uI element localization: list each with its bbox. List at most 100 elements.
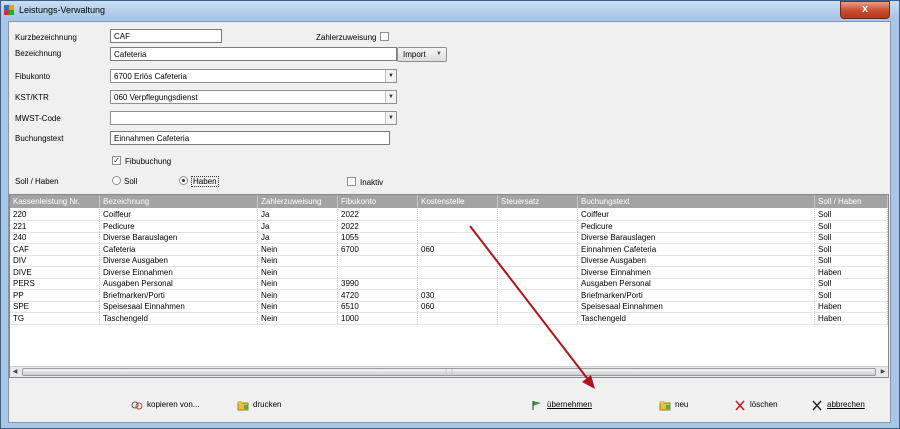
- col-header-steuersatz[interactable]: Steuersatz: [498, 195, 578, 208]
- table-cell[interactable]: [498, 209, 578, 220]
- table-cell[interactable]: 2022: [338, 220, 418, 232]
- table-cell[interactable]: 1055: [338, 232, 418, 243]
- bezeichnung-input[interactable]: Cafeteria: [110, 47, 397, 61]
- table-cell[interactable]: Diverse Barauslagen: [100, 232, 258, 243]
- table-cell[interactable]: Diverse Barauslagen: [578, 232, 815, 243]
- table-cell[interactable]: Soll: [815, 243, 888, 255]
- import-button[interactable]: Import ▼: [397, 47, 447, 62]
- table-cell[interactable]: CAF: [10, 243, 100, 255]
- table-cell[interactable]: 220: [10, 209, 100, 220]
- data-grid[interactable]: Kassenleistung Nr. Bezeichnung Zahlerzuw…: [9, 194, 889, 378]
- table-cell[interactable]: Ausgaben Personal: [100, 278, 258, 289]
- table-cell[interactable]: Speisesaal Einnahmen: [578, 301, 815, 312]
- table-cell[interactable]: Diverse Einnahmen: [578, 266, 815, 278]
- table-cell[interactable]: Ja: [258, 220, 338, 232]
- table-cell[interactable]: Soll: [815, 232, 888, 243]
- table-cell[interactable]: Diverse Ausgaben: [100, 255, 258, 266]
- table-cell[interactable]: 1000: [338, 312, 418, 324]
- table-cell[interactable]: Haben: [815, 301, 888, 312]
- table-cell[interactable]: Taschengeld: [100, 312, 258, 324]
- table-cell[interactable]: Soll: [815, 255, 888, 266]
- table-cell[interactable]: Nein: [258, 266, 338, 278]
- mwst-code-select[interactable]: ▼: [110, 111, 397, 125]
- table-cell[interactable]: Coiffeur: [578, 209, 815, 220]
- table-cell[interactable]: Haben: [815, 266, 888, 278]
- table-cell[interactable]: Diverse Ausgaben: [578, 255, 815, 266]
- horizontal-scrollbar[interactable]: ◀ ⋮⋮ ▶: [10, 366, 888, 377]
- table-cell[interactable]: Nein: [258, 289, 338, 301]
- table-cell[interactable]: Ausgaben Personal: [578, 278, 815, 289]
- table-row[interactable]: 240 Diverse Barauslagen Ja 1055 Diverse Bara…: [10, 232, 888, 244]
- table-cell[interactable]: 6700: [338, 243, 418, 255]
- scroll-left-icon[interactable]: ◀: [10, 367, 20, 377]
- close-button[interactable]: x: [840, 1, 890, 19]
- table-cell[interactable]: Nein: [258, 301, 338, 312]
- table-cell[interactable]: Diverse Einnahmen: [100, 266, 258, 278]
- chevron-down-icon[interactable]: ▼: [385, 91, 396, 103]
- table-cell[interactable]: Ja: [258, 209, 338, 220]
- kurzbezeichnung-input[interactable]: CAF: [110, 29, 222, 43]
- table-cell[interactable]: [338, 255, 418, 266]
- table-cell[interactable]: Pedicure: [100, 220, 258, 232]
- table-cell[interactable]: Soll: [815, 220, 888, 232]
- table-cell[interactable]: 2022: [338, 209, 418, 220]
- col-header-kostenstelle[interactable]: Kostenstelle: [418, 195, 498, 208]
- table-cell[interactable]: DIV: [10, 255, 100, 266]
- table-row[interactable]: SPE Speisesaal Einnahmen Nein 6510 060 Speise…: [10, 301, 888, 313]
- chevron-down-icon[interactable]: ▼: [385, 70, 396, 82]
- table-cell[interactable]: DIVE: [10, 266, 100, 278]
- table-cell[interactable]: Soll: [815, 289, 888, 301]
- table-cell[interactable]: 6510: [338, 301, 418, 312]
- table-cell[interactable]: Speisesaal Einnahmen: [100, 301, 258, 312]
- table-row[interactable]: 221 Pedicure Ja 2022 Pedicure Soll: [10, 220, 888, 233]
- scrollbar-thumb[interactable]: ⋮⋮: [22, 368, 876, 376]
- table-cell[interactable]: [338, 266, 418, 278]
- table-row[interactable]: DIVE Diverse Einnahmen Nein Diverse Einnahm…: [10, 266, 888, 279]
- table-cell[interactable]: Coiffeur: [100, 209, 258, 220]
- table-cell[interactable]: 240: [10, 232, 100, 243]
- table-row[interactable]: PERS Ausgaben Personal Nein 3990 Ausgaben Pe…: [10, 278, 888, 290]
- col-header-bezeichnung[interactable]: Bezeichnung: [100, 195, 258, 208]
- table-row[interactable]: PP Briefmarken/Porti Nein 4720 030 Briefmarke…: [10, 289, 888, 302]
- table-cell[interactable]: PP: [10, 289, 100, 301]
- col-header-buchungstext[interactable]: Buchungstext: [578, 195, 815, 208]
- inaktiv-checkbox[interactable]: [347, 177, 356, 186]
- col-header-zahlerzuweisung[interactable]: Zahlerzuweisung: [258, 195, 338, 208]
- table-cell[interactable]: Briefmarken/Porti: [578, 289, 815, 301]
- table-row[interactable]: TG Taschengeld Nein 1000 Taschengeld Haben: [10, 312, 888, 325]
- table-row[interactable]: DIV Diverse Ausgaben Nein Diverse Ausgaben S…: [10, 255, 888, 267]
- table-cell[interactable]: Nein: [258, 312, 338, 324]
- table-row[interactable]: CAF Cafeteria Nein 6700 060 Einnahmen Cafeter…: [10, 243, 888, 256]
- buchungstext-input[interactable]: Einnahmen Cafeteria: [110, 131, 390, 145]
- table-cell[interactable]: SPE: [10, 301, 100, 312]
- fibukonto-select[interactable]: 6700 Erlös Cafeteria ▼: [110, 69, 397, 83]
- table-cell[interactable]: Nein: [258, 255, 338, 266]
- table-cell[interactable]: PERS: [10, 278, 100, 289]
- neu-button[interactable]: neu: [659, 398, 688, 412]
- table-cell[interactable]: TG: [10, 312, 100, 324]
- chevron-down-icon[interactable]: ▼: [385, 112, 396, 124]
- uebernehmen-button[interactable]: übernehmen: [531, 398, 592, 412]
- loeschen-button[interactable]: löschen: [734, 398, 778, 412]
- soll-radio[interactable]: [112, 176, 121, 185]
- col-header-kassenleistung[interactable]: Kassenleistung Nr.: [10, 195, 100, 208]
- table-row[interactable]: 220 Coiffeur Ja 2022 Coiffeur Soll: [10, 209, 888, 221]
- kst-ktr-select[interactable]: 060 Verpflegungsdienst ▼: [110, 90, 397, 104]
- table-cell[interactable]: Soll: [815, 278, 888, 289]
- col-header-fibukonto[interactable]: Fibukonto: [338, 195, 418, 208]
- col-header-soll-haben[interactable]: Soll / Haben: [815, 195, 888, 208]
- table-cell[interactable]: Ja: [258, 232, 338, 243]
- fibubuchung-checkbox[interactable]: ✓: [112, 156, 121, 165]
- table-cell[interactable]: 4720: [338, 289, 418, 301]
- table-cell[interactable]: 3990: [338, 278, 418, 289]
- table-cell[interactable]: Einnahmen Cafeteria: [578, 243, 815, 255]
- kopieren-button[interactable]: kopieren von...: [131, 398, 199, 412]
- abbrechen-button[interactable]: abbrechen: [811, 398, 865, 412]
- scroll-right-icon[interactable]: ▶: [878, 367, 888, 377]
- table-cell[interactable]: Briefmarken/Porti: [100, 289, 258, 301]
- table-cell[interactable]: 221: [10, 220, 100, 232]
- haben-radio[interactable]: [179, 176, 188, 185]
- drucken-button[interactable]: drucken: [237, 398, 281, 412]
- table-cell[interactable]: Taschengeld: [578, 312, 815, 324]
- table-cell[interactable]: Cafeteria: [100, 243, 258, 255]
